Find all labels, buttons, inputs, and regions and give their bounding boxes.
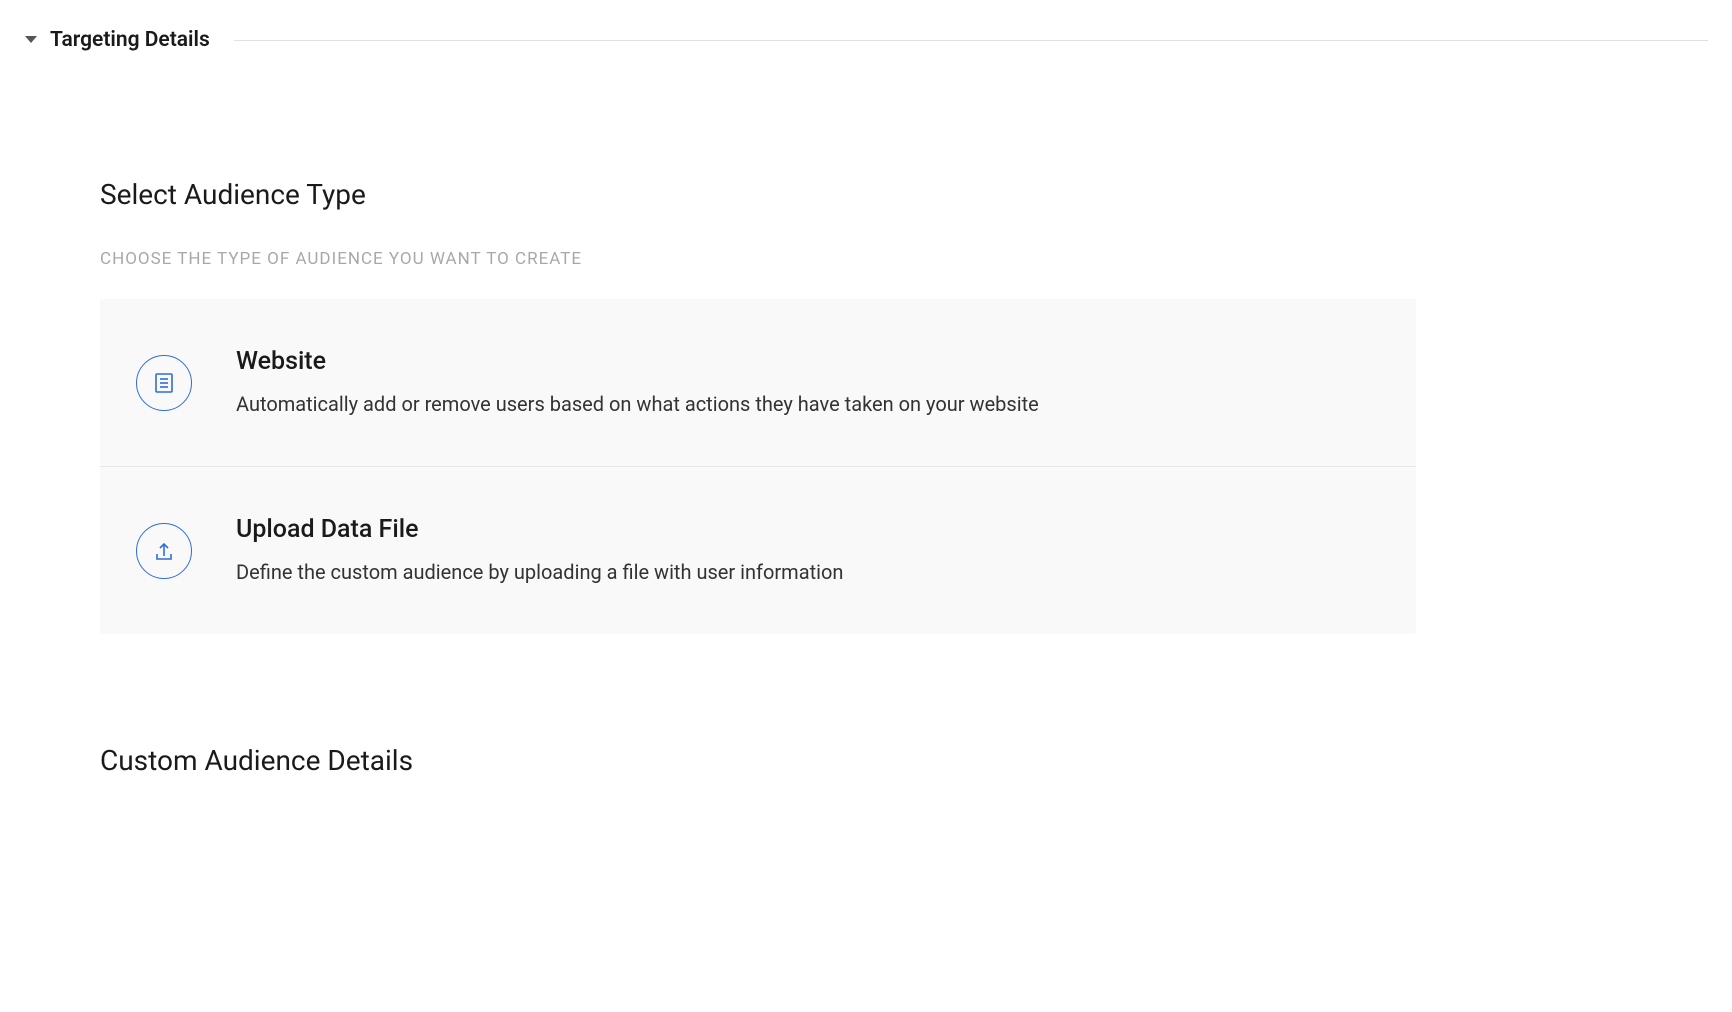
option-text: Upload Data File Define the custom audie… <box>236 515 843 586</box>
section-title: Targeting Details <box>50 28 210 52</box>
custom-audience-heading: Custom Audience Details <box>100 744 1416 777</box>
chevron-down-icon <box>24 35 38 45</box>
section-header[interactable]: Targeting Details <box>0 0 1732 68</box>
audience-type-sublabel: CHOOSE THE TYPE OF AUDIENCE YOU WANT TO … <box>100 249 1416 269</box>
audience-option-website[interactable]: Website Automatically add or remove user… <box>100 299 1416 466</box>
option-description: Automatically add or remove users based … <box>236 390 1039 418</box>
document-icon <box>136 355 192 411</box>
upload-icon <box>136 523 192 579</box>
option-title: Website <box>236 347 1039 376</box>
option-text: Website Automatically add or remove user… <box>236 347 1039 418</box>
section-divider <box>234 40 1708 41</box>
audience-option-upload[interactable]: Upload Data File Define the custom audie… <box>100 466 1416 634</box>
audience-type-heading: Select Audience Type <box>100 178 1416 211</box>
audience-options: Website Automatically add or remove user… <box>100 299 1416 634</box>
content-area: Select Audience Type CHOOSE THE TYPE OF … <box>0 178 1440 777</box>
option-description: Define the custom audience by uploading … <box>236 558 843 586</box>
option-title: Upload Data File <box>236 515 843 544</box>
